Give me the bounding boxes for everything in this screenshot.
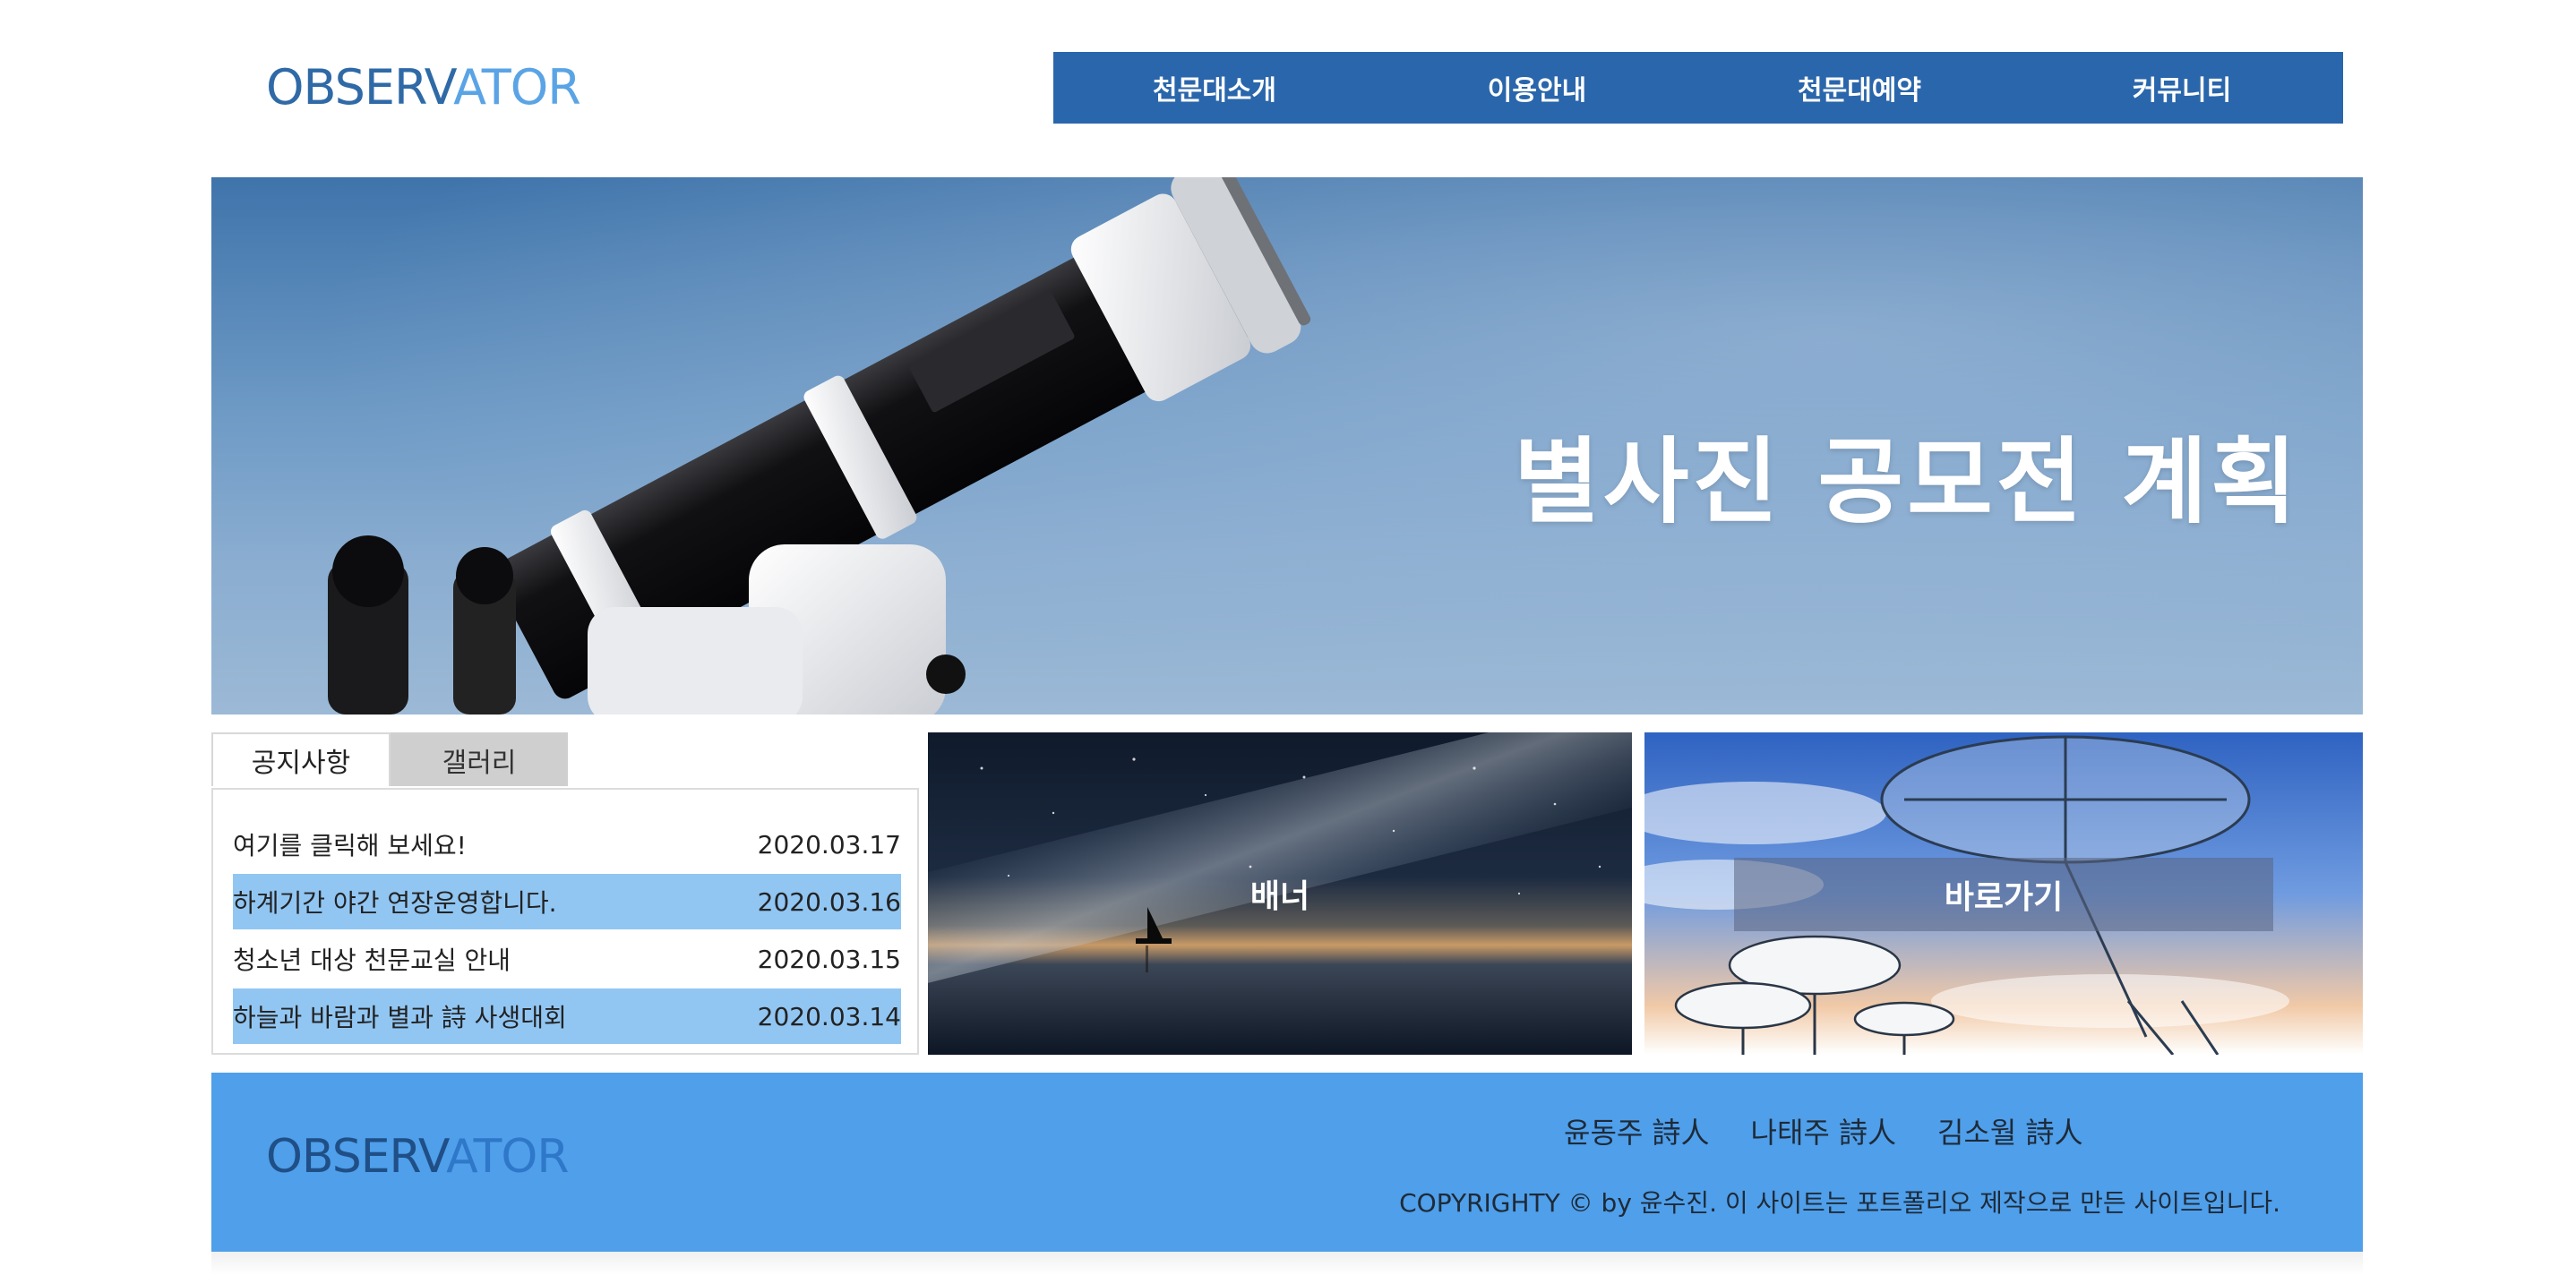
notice-list: 여기를 클릭해 보세요! 2020.03.17 하계기간 야간 연장운영합니다.… — [211, 788, 919, 1055]
shortcut-tile[interactable]: 바로가기 — [1644, 732, 2363, 1055]
site-header: OBSERVATOR 천문대소개 이용안내 천문대예약 커뮤니티 — [0, 0, 2576, 177]
banner-label: 배너 — [1249, 878, 1310, 915]
notice-title: 하계기간 야간 연장운영합니다. — [233, 888, 557, 918]
poet-link-yoon[interactable]: 윤동주 詩人 — [1564, 1110, 1710, 1151]
logo-text-b: ATOR — [453, 59, 581, 116]
notice-date: 2020.03.14 — [757, 1001, 901, 1031]
notice-title: 청소년 대상 천문교실 안내 — [233, 946, 511, 975]
notice-row[interactable]: 청소년 대상 천문교실 안내 2020.03.15 — [233, 931, 901, 987]
notice-title: 여기를 클릭해 보세요! — [233, 831, 467, 860]
poet-link-na[interactable]: 나태주 詩人 — [1751, 1110, 1897, 1151]
logo-text-a: OBSERV — [266, 59, 454, 116]
notice-tab-panel: 공지사항 갤러리 여기를 클릭해 보세요! 2020.03.17 하계기간 야간… — [211, 732, 919, 1055]
notice-title: 하늘과 바람과 별과 詩 사생대회 — [233, 1003, 567, 1032]
notice-date: 2020.03.15 — [757, 944, 901, 974]
footer-logo[interactable]: OBSERVATOR — [266, 1130, 569, 1184]
notice-date: 2020.03.17 — [757, 829, 901, 860]
footer-logo-text-a: OBSERV — [266, 1130, 447, 1184]
main-nav: 천문대소개 이용안내 천문대예약 커뮤니티 — [1053, 52, 2343, 124]
hero-banner: 별사진 공모전 계획 — [211, 177, 2363, 715]
poet-link-kim[interactable]: 김소월 詩人 — [1937, 1110, 2083, 1151]
footer-shadow — [211, 1252, 2363, 1275]
nav-item-guide[interactable]: 이용안내 — [1376, 52, 1698, 124]
tab-notice[interactable]: 공지사항 — [211, 732, 391, 786]
shortcut-label: 바로가기 — [1734, 858, 2273, 931]
nav-item-about[interactable]: 천문대소개 — [1053, 52, 1376, 124]
tab-gallery[interactable]: 갤러리 — [391, 732, 568, 786]
notice-row[interactable]: 하계기간 야간 연장운영합니다. 2020.03.16 — [233, 874, 901, 929]
poet-links: 윤동주 詩人 나태주 詩人 김소월 詩人 — [1564, 1110, 2083, 1151]
notice-date: 2020.03.16 — [757, 886, 901, 917]
banner-tile[interactable]: 배너 — [928, 732, 1632, 1055]
footer-logo-text-b: ATOR — [446, 1130, 569, 1184]
notice-row[interactable]: 여기를 클릭해 보세요! 2020.03.17 — [233, 817, 901, 872]
hero-title: 별사진 공모전 계획 — [1514, 426, 2300, 536]
nav-item-reservation[interactable]: 천문대예약 — [1698, 52, 2021, 124]
site-logo[interactable]: OBSERVATOR — [266, 59, 581, 116]
site-footer: OBSERVATOR 윤동주 詩人 나태주 詩人 김소월 詩人 COPYRIGH… — [211, 1073, 2363, 1252]
copyright-text: COPYRIGHTY © by 윤수진. 이 사이트는 포트폴리오 제작으로 만… — [1399, 1188, 2280, 1218]
tab-bar: 공지사항 갤러리 — [211, 732, 568, 788]
notice-row[interactable]: 하늘과 바람과 별과 詩 사생대회 2020.03.14 — [233, 988, 901, 1044]
nav-item-community[interactable]: 커뮤니티 — [2021, 52, 2343, 124]
